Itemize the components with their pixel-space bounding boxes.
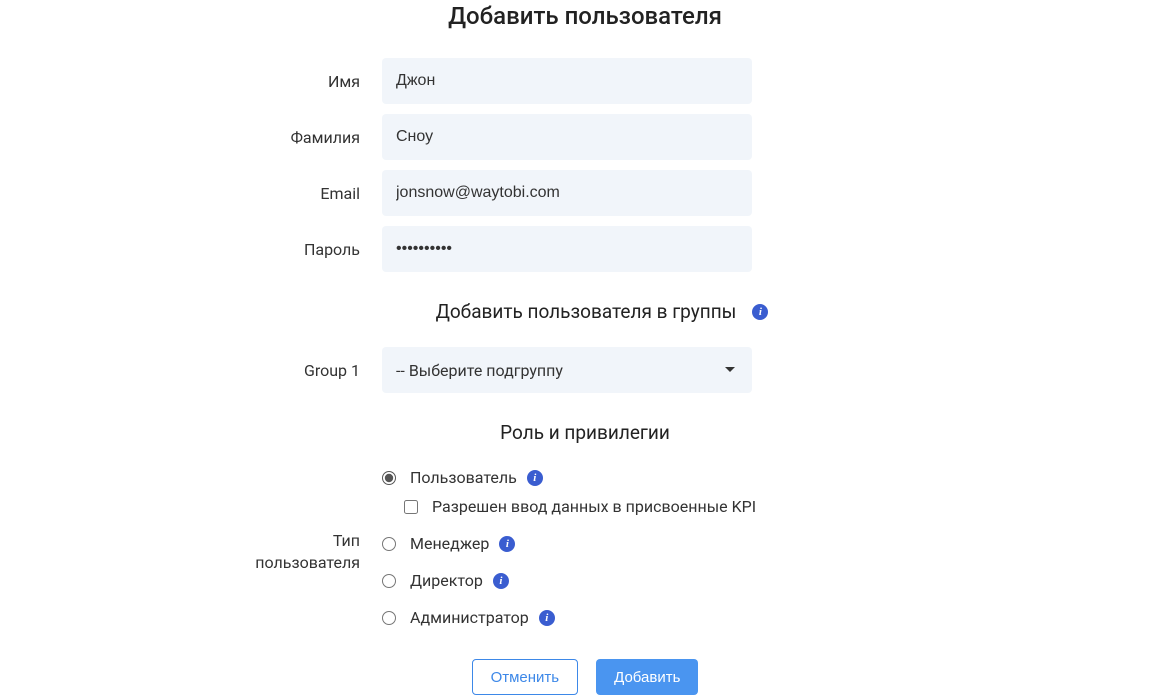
add-user-form: Добавить пользователя Имя Фамилия Email …	[0, 0, 1170, 695]
role-manager-label-wrap: Менеджер i	[410, 534, 515, 553]
group1-label: Group 1	[0, 361, 382, 380]
password-input[interactable]	[382, 226, 752, 272]
role-director-label-wrap: Директор i	[410, 571, 509, 590]
groups-section-header: Добавить пользователя в группы i	[0, 300, 1170, 323]
role-user-label: Пользователь	[410, 468, 517, 487]
role-user-label-wrap: Пользователь i	[410, 468, 543, 487]
info-icon[interactable]: i	[493, 573, 509, 589]
page-title: Добавить пользователя	[0, 2, 1170, 30]
last-name-input[interactable]	[382, 114, 752, 160]
group1-row: Group 1 -- Выберите подгруппу	[0, 347, 1170, 393]
group1-select[interactable]: -- Выберите подгруппу	[382, 347, 752, 393]
roles-section-header: Роль и привилегии	[0, 421, 1170, 444]
role-manager-radio[interactable]	[382, 537, 396, 551]
role-manager-label: Менеджер	[410, 534, 489, 553]
last-name-label: Фамилия	[0, 128, 382, 147]
last-name-input-wrap	[382, 114, 752, 160]
email-input[interactable]	[382, 170, 752, 216]
info-icon[interactable]: i	[752, 304, 768, 320]
role-manager-row: Менеджер i	[382, 534, 756, 553]
info-icon[interactable]: i	[499, 536, 515, 552]
password-row: Пароль	[0, 226, 1170, 272]
group1-select-value: -- Выберите подгруппу	[396, 361, 563, 380]
role-director-radio[interactable]	[382, 574, 396, 588]
role-user-radio[interactable]	[382, 471, 396, 485]
role-admin-label: Администратор	[410, 608, 529, 627]
password-label: Пароль	[0, 240, 382, 259]
role-user-row: Пользователь i	[382, 468, 756, 487]
form-buttons: Отменить Добавить	[0, 659, 1170, 695]
last-name-row: Фамилия	[0, 114, 1170, 160]
info-icon[interactable]: i	[527, 470, 543, 486]
role-admin-row: Администратор i	[382, 608, 756, 627]
info-icon[interactable]: i	[539, 610, 555, 626]
email-input-wrap	[382, 170, 752, 216]
role-admin-label-wrap: Администратор i	[410, 608, 555, 627]
role-user-kpi-checkbox[interactable]	[404, 500, 418, 514]
user-type-label: Тип пользователя	[0, 468, 382, 627]
user-type-label-line2: пользователя	[0, 552, 360, 574]
roles-header-text: Роль и привилегии	[500, 421, 670, 444]
role-user-kpi-row: Разрешен ввод данных в присвоенные KPI	[404, 497, 756, 516]
first-name-input-wrap	[382, 58, 752, 104]
submit-button[interactable]: Добавить	[596, 659, 698, 695]
cancel-button[interactable]: Отменить	[472, 659, 579, 695]
groups-header-text: Добавить пользователя в группы	[436, 300, 737, 323]
first-name-input[interactable]	[382, 58, 752, 104]
role-user-kpi-label: Разрешен ввод данных в присвоенные KPI	[432, 497, 756, 516]
role-director-label: Директор	[410, 571, 483, 590]
email-row: Email	[0, 170, 1170, 216]
user-type-label-line1: Тип	[0, 530, 360, 552]
first-name-row: Имя	[0, 58, 1170, 104]
role-director-row: Директор i	[382, 571, 756, 590]
roles-area: Тип пользователя Пользователь i Разрешен…	[0, 468, 1170, 627]
email-label: Email	[0, 184, 382, 203]
role-admin-radio[interactable]	[382, 611, 396, 625]
first-name-label: Имя	[0, 72, 382, 91]
role-user-block: Пользователь i Разрешен ввод данных в пр…	[382, 468, 756, 516]
password-input-wrap	[382, 226, 752, 272]
group1-select-wrap: -- Выберите подгруппу	[382, 347, 752, 393]
roles-options: Пользователь i Разрешен ввод данных в пр…	[382, 468, 756, 627]
